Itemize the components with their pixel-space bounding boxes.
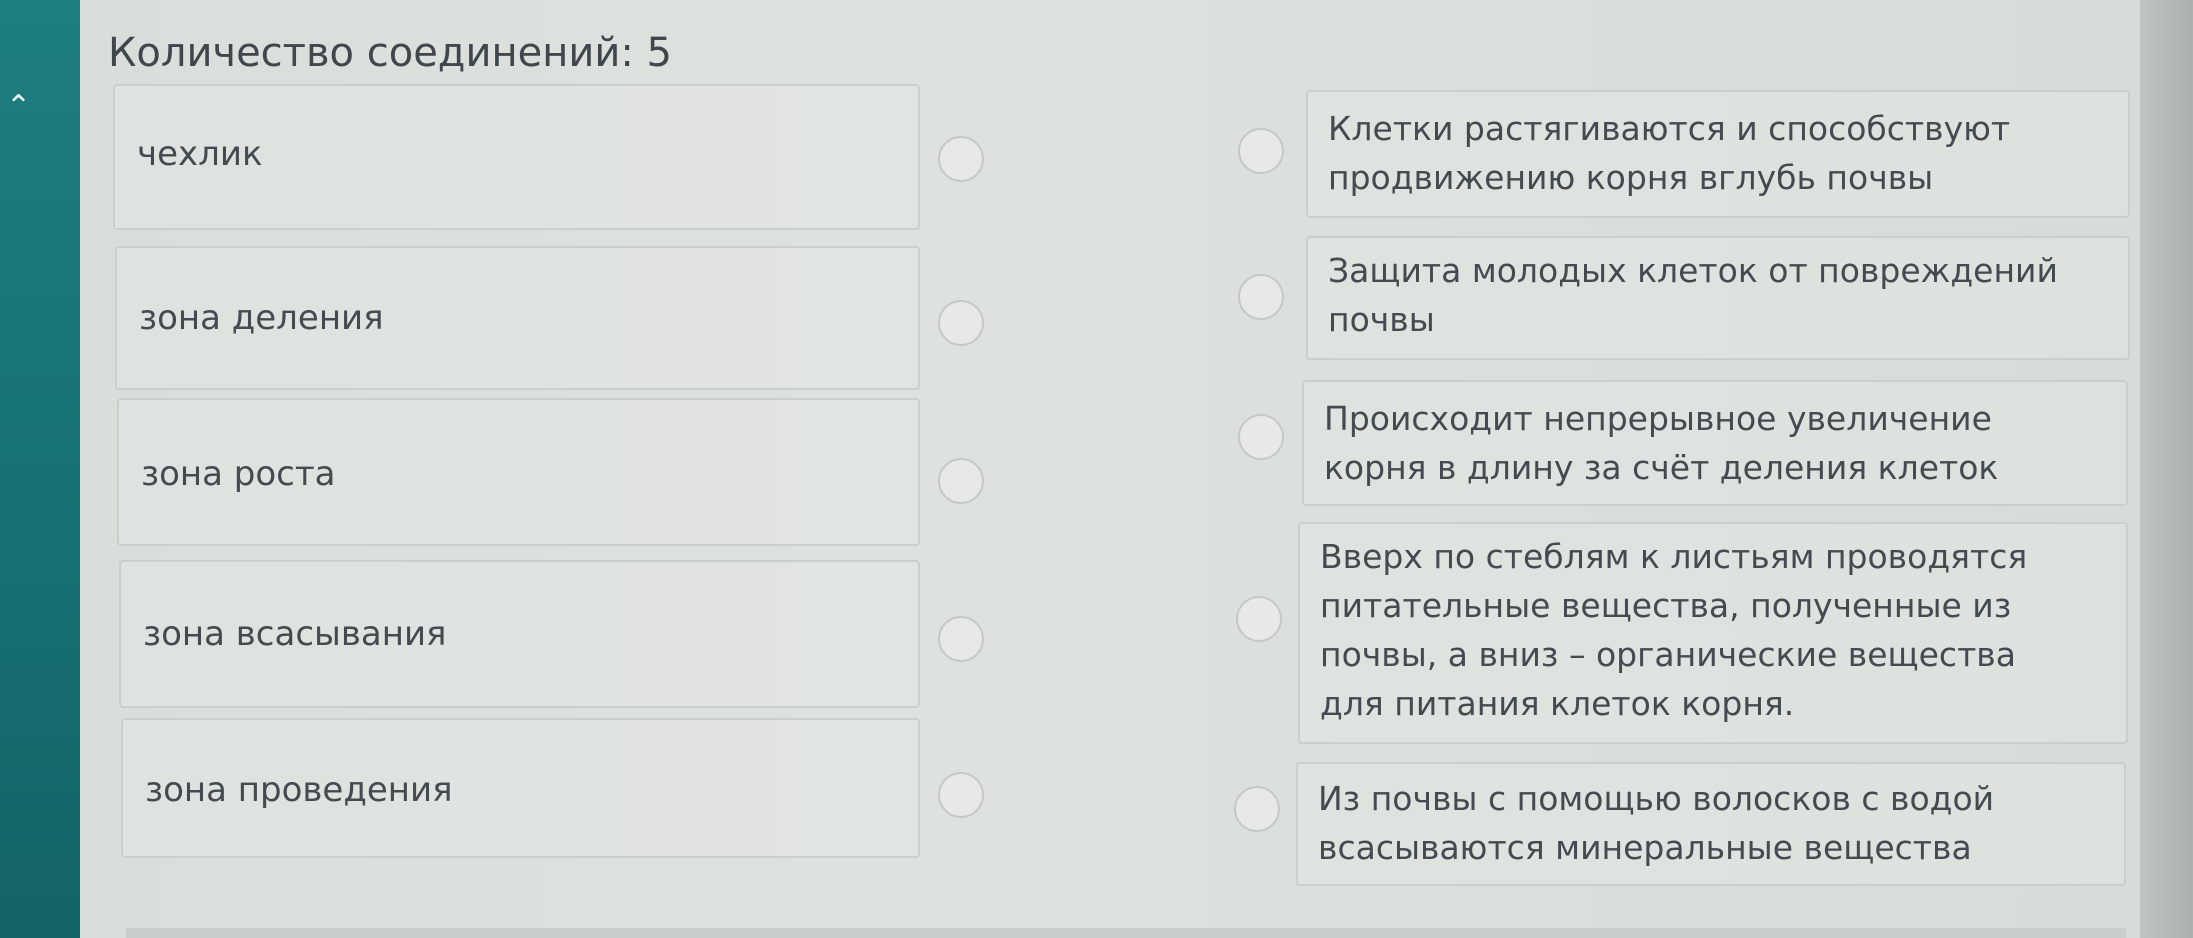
right-connector-2[interactable] [1238,274,1284,320]
left-item-label: зона роста [141,454,336,494]
right-item-4[interactable]: Вверх по стеблям к листьям проводятся пи… [1298,522,2128,744]
connections-count-label: Количество соединений: 5 [108,30,673,76]
left-item-zona-vsasyvaniya[interactable]: зона всасывания [119,560,920,708]
left-side-strip: ⌃ [0,0,80,938]
left-connector-5[interactable] [938,772,984,818]
right-item-label: Защита молодых клеток от повреждений поч… [1328,251,2058,339]
left-item-zona-provedeniya[interactable]: зона проведения [121,718,920,858]
right-item-label: Происходит непрерывное увеличение корня … [1324,399,1999,487]
right-item-2[interactable]: Защита молодых клеток от повреждений поч… [1306,236,2130,360]
left-item-chehlik[interactable]: чехлик [113,84,920,230]
left-item-label: зона деления [139,298,384,338]
right-item-label: Из почвы с помощью волосков с водой всас… [1318,779,1995,867]
left-item-label: зона проведения [145,770,453,810]
left-connector-2[interactable] [938,300,984,346]
right-connector-1[interactable] [1238,128,1284,174]
left-connector-1[interactable] [938,136,984,182]
right-edge-shadow [2140,0,2193,938]
right-item-5[interactable]: Из почвы с помощью волосков с водой всас… [1296,762,2126,886]
chevron-up-icon[interactable]: ⌃ [6,92,31,122]
left-connector-3[interactable] [938,458,984,504]
right-item-3[interactable]: Происходит непрерывное увеличение корня … [1302,380,2128,506]
right-connector-4[interactable] [1236,596,1282,642]
bottom-divider [126,928,2126,938]
left-item-zona-deleniya[interactable]: зона деления [115,246,920,390]
right-item-label: Клетки растягиваются и способствуют прод… [1328,109,2011,197]
left-connector-4[interactable] [938,616,984,662]
left-item-zona-rosta[interactable]: зона роста [117,398,920,546]
right-connector-5[interactable] [1234,786,1280,832]
left-item-label: зона всасывания [143,614,447,654]
right-item-label: Вверх по стеблям к листьям проводятся пи… [1320,537,2028,723]
left-item-label: чехлик [137,134,263,174]
right-item-1[interactable]: Клетки растягиваются и способствуют прод… [1306,90,2130,218]
right-connector-3[interactable] [1238,414,1284,460]
